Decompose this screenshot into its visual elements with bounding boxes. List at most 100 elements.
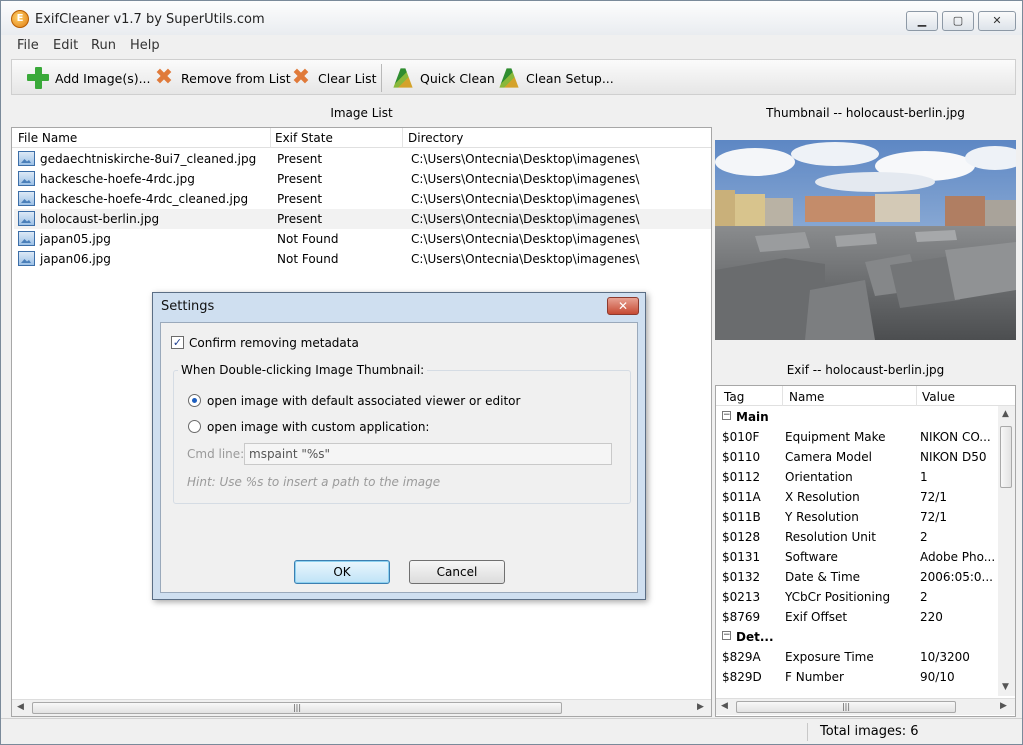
cancel-button[interactable]: Cancel bbox=[409, 560, 505, 584]
menu-run[interactable]: Run bbox=[91, 38, 116, 53]
toolbar-separator bbox=[381, 64, 382, 92]
col-name[interactable]: Name bbox=[789, 390, 824, 404]
exif-row[interactable]: $8769 Exif Offset 220 bbox=[716, 606, 998, 626]
window-title: ExifCleaner v1.7 by SuperUtils.com bbox=[35, 12, 265, 27]
remove-x-icon: ✖ bbox=[154, 65, 174, 90]
scroll-down-icon[interactable]: ▼ bbox=[1002, 682, 1009, 692]
col-divider[interactable] bbox=[916, 386, 917, 406]
file-name: japan06.jpg bbox=[40, 252, 111, 266]
exif-row[interactable]: $010F Equipment Make NIKON CO... bbox=[716, 426, 998, 446]
exif-row[interactable]: $0131 Software Adobe Pho... bbox=[716, 546, 998, 566]
exif-row[interactable]: $829D F Number 90/10 bbox=[716, 666, 998, 686]
directory: C:\Users\Ontecnia\Desktop\imagenes\ bbox=[411, 212, 640, 226]
exif-tag: $011A bbox=[722, 490, 761, 504]
radio-default-viewer[interactable] bbox=[188, 394, 201, 407]
col-file-name[interactable]: File Name bbox=[18, 131, 77, 145]
quick-clean-button[interactable]: Quick Clean bbox=[391, 64, 495, 92]
clean-setup-button[interactable]: Clean Setup... bbox=[497, 64, 614, 92]
maximize-button[interactable]: ▢ bbox=[942, 11, 974, 31]
confirm-removing-checkbox[interactable]: ✓ bbox=[171, 336, 184, 349]
exif-value: 2 bbox=[920, 590, 928, 604]
exif-row[interactable]: $0132 Date & Time 2006:05:0... bbox=[716, 566, 998, 586]
directory: C:\Users\Ontecnia\Desktop\imagenes\ bbox=[411, 192, 640, 206]
image-thumbnail[interactable] bbox=[715, 140, 1016, 340]
table-row[interactable]: hackesche-hoefe-4rdc.jpg Present C:\User… bbox=[14, 169, 711, 189]
col-divider[interactable] bbox=[270, 128, 271, 148]
remove-from-list-button[interactable]: ✖ Remove from List bbox=[152, 64, 291, 92]
cmd-line-input[interactable] bbox=[244, 443, 612, 465]
dialog-close-button[interactable]: ✕ bbox=[607, 297, 639, 315]
scroll-left-icon[interactable]: ◀ bbox=[17, 702, 24, 712]
menu-bar: File Edit Run Help bbox=[1, 35, 1022, 57]
double-click-group-label: When Double-clicking Image Thumbnail: bbox=[178, 363, 428, 377]
menu-edit[interactable]: Edit bbox=[53, 38, 78, 53]
exif-name: Exif Offset bbox=[785, 610, 848, 624]
scroll-left-icon[interactable]: ◀ bbox=[721, 701, 728, 711]
exif-row[interactable]: $011A X Resolution 72/1 bbox=[716, 486, 998, 506]
col-exif-state[interactable]: Exif State bbox=[275, 131, 333, 145]
hscroll-thumb[interactable]: ||| bbox=[32, 702, 562, 714]
exif-name: Software bbox=[785, 550, 838, 564]
clear-list-button[interactable]: ✖ Clear List bbox=[289, 64, 377, 92]
remove-from-list-label: Remove from List bbox=[181, 70, 291, 86]
vscroll-thumb[interactable] bbox=[1000, 426, 1012, 488]
exif-tree[interactable]: Tag Name Value − Main $010F Equipment Ma… bbox=[715, 385, 1016, 717]
exif-name: Exposure Time bbox=[785, 650, 874, 664]
exif-row[interactable]: $0112 Orientation 1 bbox=[716, 466, 998, 486]
col-divider[interactable] bbox=[782, 386, 783, 406]
col-value[interactable]: Value bbox=[922, 390, 955, 404]
collapse-icon[interactable]: − bbox=[722, 411, 731, 420]
directory: C:\Users\Ontecnia\Desktop\imagenes\ bbox=[411, 152, 640, 166]
exif-row[interactable]: $0128 Resolution Unit 2 bbox=[716, 526, 998, 546]
exif-tag: $0112 bbox=[722, 470, 761, 484]
table-row-selected[interactable]: holocaust-berlin.jpg Present C:\Users\On… bbox=[14, 209, 711, 229]
exif-row[interactable]: $011B Y Resolution 72/1 bbox=[716, 506, 998, 526]
scroll-right-icon[interactable]: ▶ bbox=[1000, 701, 1007, 711]
minimize-button[interactable]: ▁ bbox=[906, 11, 938, 31]
menu-file[interactable]: File bbox=[17, 38, 39, 53]
exif-group-main[interactable]: − Main bbox=[716, 406, 998, 426]
file-name: hackesche-hoefe-4rdc_cleaned.jpg bbox=[40, 192, 249, 206]
exif-name: Resolution Unit bbox=[785, 530, 876, 544]
radio-default-viewer-label[interactable]: open image with default associated viewe… bbox=[207, 394, 520, 408]
col-directory[interactable]: Directory bbox=[408, 131, 463, 145]
add-images-button[interactable]: Add Image(s)... bbox=[26, 64, 151, 92]
radio-custom-app[interactable] bbox=[188, 420, 201, 433]
table-row[interactable]: japan06.jpg Not Found C:\Users\Ontecnia\… bbox=[14, 249, 711, 269]
ok-button[interactable]: OK bbox=[294, 560, 390, 584]
exif-hscrollbar[interactable]: ◀ ||| ▶ bbox=[716, 698, 1015, 715]
scroll-right-icon[interactable]: ▶ bbox=[697, 702, 704, 712]
radio-custom-app-label[interactable]: open image with custom application: bbox=[207, 420, 429, 434]
image-file-icon bbox=[18, 211, 35, 226]
cmd-line-hint: Hint: Use %s to insert a path to the ima… bbox=[187, 475, 441, 489]
collapse-icon[interactable]: − bbox=[722, 631, 731, 640]
exif-name: Camera Model bbox=[785, 450, 872, 464]
title-bar[interactable]: E ExifCleaner v1.7 by SuperUtils.com ▁ ▢… bbox=[1, 1, 1022, 35]
exif-row[interactable]: $0110 Camera Model NIKON D50 bbox=[716, 446, 998, 466]
confirm-removing-label[interactable]: Confirm removing metadata bbox=[189, 336, 359, 350]
exif-group-details[interactable]: − Det... bbox=[716, 626, 998, 646]
exif-vscrollbar[interactable]: ▲ ▼ bbox=[998, 406, 1015, 696]
exif-name: Orientation bbox=[785, 470, 853, 484]
file-name: hackesche-hoefe-4rdc.jpg bbox=[40, 172, 195, 186]
settings-dialog[interactable]: Settings ✕ ✓ Confirm removing metadata W… bbox=[152, 292, 646, 600]
total-images-status: Total images: 6 bbox=[820, 724, 919, 739]
exif-row[interactable]: $0213 YCbCr Positioning 2 bbox=[716, 586, 998, 606]
group-label: Main bbox=[736, 410, 769, 424]
dialog-title: Settings bbox=[161, 299, 215, 314]
image-list-hscrollbar[interactable]: ◀ ||| ▶ bbox=[12, 699, 711, 716]
exif-name: YCbCr Positioning bbox=[785, 590, 891, 604]
menu-help[interactable]: Help bbox=[130, 38, 160, 53]
exif-state: Present bbox=[277, 212, 323, 226]
table-row[interactable]: hackesche-hoefe-4rdc_cleaned.jpg Present… bbox=[14, 189, 711, 209]
close-window-button[interactable]: ✕ bbox=[978, 11, 1016, 31]
exif-row[interactable]: $829A Exposure Time 10/3200 bbox=[716, 646, 998, 666]
col-divider[interactable] bbox=[402, 128, 403, 148]
table-row[interactable]: japan05.jpg Not Found C:\Users\Ontecnia\… bbox=[14, 229, 711, 249]
scroll-up-icon[interactable]: ▲ bbox=[1002, 409, 1009, 419]
exif-tag: $0128 bbox=[722, 530, 761, 544]
hscroll-thumb[interactable]: ||| bbox=[736, 701, 956, 713]
table-row[interactable]: gedaechtniskirche-8ui7_cleaned.jpg Prese… bbox=[14, 149, 711, 169]
col-tag[interactable]: Tag bbox=[724, 390, 744, 404]
broom-icon bbox=[393, 68, 413, 88]
